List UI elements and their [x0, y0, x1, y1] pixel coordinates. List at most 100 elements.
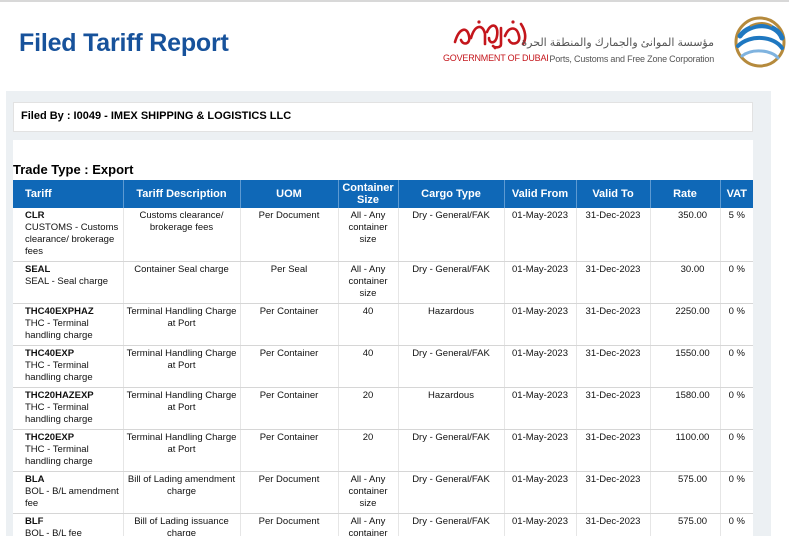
- cell-tariff: THC20EXP THC - Terminal handling charge: [13, 429, 124, 472]
- cell-description: Bill of Lading issuance charge: [123, 513, 241, 536]
- header-vat[interactable]: VAT: [720, 180, 753, 208]
- cell-uom: Per Document: [240, 513, 339, 536]
- tariff-code: THC20EXP: [25, 432, 75, 443]
- cell-container-size: 40: [338, 303, 399, 346]
- cell-valid-from: 01-May-2023: [504, 208, 577, 262]
- table-row: SEAL SEAL - Seal charge Container Seal ch…: [13, 261, 753, 304]
- cell-rate: 30.00: [650, 261, 721, 304]
- cell-vat: 0 %: [720, 345, 753, 388]
- header-tariff-description[interactable]: Tariff Description: [123, 180, 241, 208]
- pcfc-emblem-icon: [734, 16, 786, 68]
- tariff-code: CLR: [25, 210, 45, 221]
- cell-valid-to: 31-Dec-2023: [576, 303, 651, 346]
- cell-tariff: THC20HAZEXP THC - Terminal handling charg…: [13, 387, 124, 430]
- cell-description: Bill of Lading amendment charge: [123, 471, 241, 514]
- header-valid-from[interactable]: Valid From: [504, 180, 577, 208]
- filed-by-label: Filed By : I0049 - IMEX SHIPPING & LOGIS…: [21, 110, 292, 122]
- cell-description: Container Seal charge: [123, 261, 241, 304]
- cell-uom: Per Document: [240, 208, 339, 262]
- cell-valid-from: 01-May-2023: [504, 513, 577, 536]
- cell-cargo-type: Hazardous: [398, 387, 505, 430]
- cell-container-size: All - Any container size: [338, 471, 399, 514]
- header-tariff[interactable]: Tariff: [13, 180, 124, 208]
- cell-container-size: All - Any container size: [338, 208, 399, 262]
- cell-rate: 1580.00: [650, 387, 721, 430]
- cell-rate: 350.00: [650, 208, 721, 262]
- cell-vat: 0 %: [720, 513, 753, 536]
- cell-uom: Per Document: [240, 471, 339, 514]
- cell-cargo-type: Dry - General/FAK: [398, 429, 505, 472]
- cell-tariff: BLA BOL - B/L amendment fee: [13, 471, 124, 514]
- cell-rate: 575.00: [650, 513, 721, 536]
- tariff-code: BLF: [25, 516, 44, 527]
- table-row: BLF BOL - B/L fee Bill of Lading issuance…: [13, 513, 753, 536]
- cell-container-size: All - Any container size: [338, 513, 399, 536]
- page-title: Filed Tariff Report: [19, 29, 229, 57]
- dubai-calligraphy-icon: [453, 20, 527, 50]
- cell-uom: Per Seal: [240, 261, 339, 304]
- cell-tariff: THC40EXP THC - Terminal handling charge: [13, 345, 124, 388]
- cell-description: Terminal Handling Charge at Port: [123, 303, 241, 346]
- cell-vat: 0 %: [720, 261, 753, 304]
- header-cargo-type[interactable]: Cargo Type: [398, 180, 505, 208]
- tariff-code-description: SEAL - Seal charge: [25, 276, 109, 287]
- table-row: THC40EXPHAZ THC - Terminal handling charg…: [13, 303, 753, 346]
- cell-description: Terminal Handling Charge at Port: [123, 345, 241, 388]
- header-rate[interactable]: Rate: [650, 180, 721, 208]
- cell-container-size: 20: [338, 387, 399, 430]
- table-row: THC20HAZEXP THC - Terminal handling charg…: [13, 387, 753, 430]
- table-row: THC20EXP THC - Terminal handling charge T…: [13, 429, 753, 472]
- cell-valid-from: 01-May-2023: [504, 429, 577, 472]
- cell-uom: Per Container: [240, 303, 339, 346]
- header-uom[interactable]: UOM: [240, 180, 339, 208]
- cell-vat: 0 %: [720, 471, 753, 514]
- cell-cargo-type: Dry - General/FAK: [398, 345, 505, 388]
- cell-container-size: 20: [338, 429, 399, 472]
- header-valid-to[interactable]: Valid To: [576, 180, 651, 208]
- cell-rate: 1550.00: [650, 345, 721, 388]
- trade-type-heading: Trade Type : Export: [13, 162, 134, 177]
- cell-uom: Per Container: [240, 387, 339, 430]
- pcfc-english-name: Ports, Customs and Free Zone Corporation: [549, 54, 714, 64]
- cell-cargo-type: Dry - General/FAK: [398, 261, 505, 304]
- tariff-code: THC40EXP: [25, 348, 75, 359]
- cell-cargo-type: Dry - General/FAK: [398, 513, 505, 536]
- tariff-table: Tariff Tariff Description UOM Container …: [13, 180, 753, 536]
- government-of-dubai-text: GOVERNMENT OF DUBAI: [443, 53, 549, 63]
- cell-description: Terminal Handling Charge at Port: [123, 387, 241, 430]
- cell-valid-to: 31-Dec-2023: [576, 345, 651, 388]
- tariff-code-description: THC - Terminal handling charge: [25, 360, 93, 383]
- tariff-code: BLA: [25, 474, 45, 485]
- cell-valid-from: 01-May-2023: [504, 261, 577, 304]
- table-row: THC40EXP THC - Terminal handling charge T…: [13, 345, 753, 388]
- cell-valid-from: 01-May-2023: [504, 387, 577, 430]
- table-header-row: Tariff Tariff Description UOM Container …: [13, 180, 753, 208]
- cell-valid-from: 01-May-2023: [504, 345, 577, 388]
- header-container-size[interactable]: Container Size: [338, 180, 399, 208]
- cell-valid-from: 01-May-2023: [504, 471, 577, 514]
- cell-valid-to: 31-Dec-2023: [576, 429, 651, 472]
- pcfc-arabic-name: مؤسسة الموانئ والجمارك والمنطقة الحرة: [521, 37, 714, 49]
- cell-tariff: CLR CUSTOMS - Customs clearance/ brokerag…: [13, 208, 124, 262]
- cell-valid-to: 31-Dec-2023: [576, 471, 651, 514]
- tariff-code: THC40EXPHAZ: [25, 306, 94, 317]
- cell-valid-to: 31-Dec-2023: [576, 387, 651, 430]
- tariff-code-description: THC - Terminal handling charge: [25, 402, 93, 425]
- cell-rate: 575.00: [650, 471, 721, 514]
- cell-valid-to: 31-Dec-2023: [576, 513, 651, 536]
- tariff-code-description: THC - Terminal handling charge: [25, 444, 93, 467]
- tariff-code-description: THC - Terminal handling charge: [25, 318, 93, 341]
- tariff-code: SEAL: [25, 264, 51, 275]
- cell-valid-to: 31-Dec-2023: [576, 208, 651, 262]
- cell-description: Terminal Handling Charge at Port: [123, 429, 241, 472]
- cell-container-size: 40: [338, 345, 399, 388]
- tariff-code: THC20HAZEXP: [25, 390, 94, 401]
- cell-vat: 5 %: [720, 208, 753, 262]
- cell-rate: 1100.00: [650, 429, 721, 472]
- cell-uom: Per Container: [240, 345, 339, 388]
- pcfc-logo: مؤسسة الموانئ والجمارك والمنطقة الحرة Po…: [521, 14, 786, 70]
- tariff-code-description: BOL - B/L amendment fee: [25, 486, 119, 509]
- tariff-code-description: CUSTOMS - Customs clearance/ brokerage f…: [25, 222, 119, 257]
- cell-vat: 0 %: [720, 387, 753, 430]
- panel-left-strip: [0, 91, 6, 536]
